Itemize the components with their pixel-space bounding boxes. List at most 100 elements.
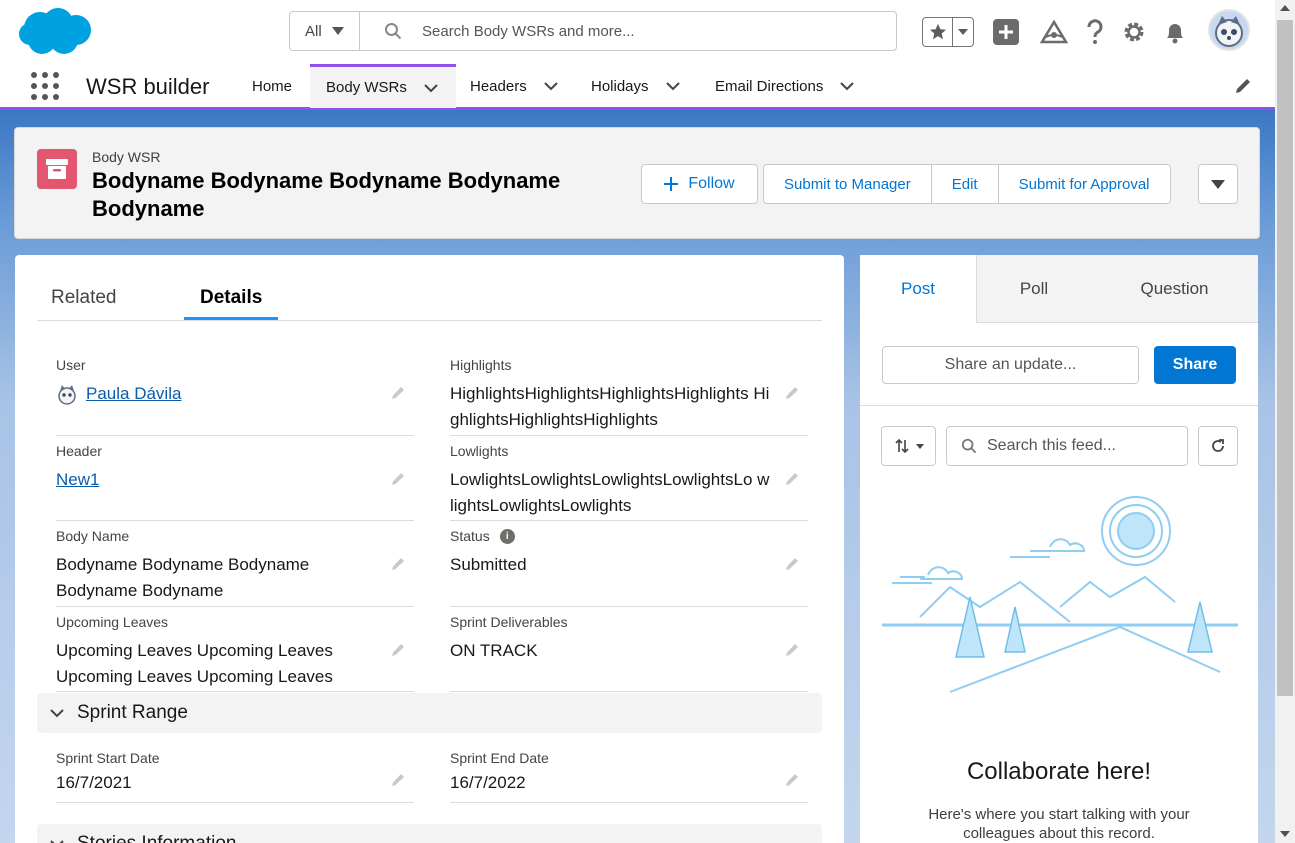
scrollbar-thumb[interactable] <box>1277 20 1293 696</box>
tab-post[interactable]: Post <box>860 255 977 323</box>
user-avatar-icon <box>58 385 76 405</box>
empty-feed-description: Here's where you start talking with your… <box>928 806 1190 842</box>
app-launcher-icon[interactable] <box>31 72 59 100</box>
edit-nav-pencil-icon[interactable] <box>1234 77 1252 100</box>
chevron-down-icon <box>50 709 64 718</box>
edit-pencil-icon[interactable] <box>390 642 406 663</box>
chevron-down-icon <box>331 27 344 35</box>
nav-item-holidays[interactable]: Holidays <box>591 64 681 108</box>
section-title: Sprint Range <box>77 702 188 723</box>
help-icon[interactable] <box>1080 17 1110 47</box>
submit-for-approval-button[interactable]: Submit for Approval <box>999 165 1170 203</box>
field-sprint-end-date: Sprint End Date 16/7/2022 <box>450 750 808 803</box>
search-input[interactable]: Search Body WSRs and more... <box>422 23 635 40</box>
share-button[interactable]: Share <box>1154 346 1236 384</box>
edit-pencil-icon[interactable] <box>784 556 800 577</box>
global-header: All Search Body WSRs and more... <box>0 0 1275 64</box>
record-actions: Submit to Manager Edit Submit for Approv… <box>763 164 1171 204</box>
record-title: Bodyname Bodyname Bodyname Bodyname Body… <box>92 168 561 221</box>
submit-to-manager-button[interactable]: Submit to Manager <box>764 165 932 203</box>
search-icon <box>961 438 977 454</box>
field-value: Submitted <box>450 555 527 574</box>
nav-item-label: Email Directions <box>715 77 824 95</box>
field-user: User Paula Dávila <box>56 357 414 436</box>
chevron-down-icon <box>915 443 924 449</box>
more-actions-button[interactable] <box>1198 164 1238 204</box>
edit-pencil-icon[interactable] <box>784 642 800 663</box>
section-sprint-range[interactable]: Sprint Range <box>37 693 822 733</box>
app-name: WSR builder <box>86 74 210 99</box>
salesforce-logo[interactable] <box>18 6 94 58</box>
status-label: Status <box>450 528 490 544</box>
star-icon[interactable] <box>923 18 953 46</box>
info-icon[interactable]: i <box>499 528 515 544</box>
field-label: Sprint Deliverables <box>450 614 568 630</box>
global-search[interactable]: All Search Body WSRs and more... <box>289 11 897 51</box>
feed-search-input[interactable]: Search this feed... <box>946 426 1188 466</box>
field-value: 16/7/2021 <box>56 773 132 792</box>
trailhead-icon[interactable] <box>1039 17 1069 47</box>
gear-icon[interactable] <box>1119 17 1149 47</box>
nav-item-home[interactable]: Home <box>252 64 292 108</box>
edit-pencil-icon[interactable] <box>390 556 406 577</box>
edit-button[interactable]: Edit <box>932 165 999 203</box>
favorites-button[interactable] <box>922 17 974 47</box>
tab-poll[interactable]: Poll <box>977 255 1091 323</box>
publisher-tabs: Post Poll Question <box>860 255 1258 323</box>
edit-pencil-icon[interactable] <box>390 772 406 793</box>
field-label: Body Name <box>56 528 130 544</box>
edit-pencil-icon[interactable] <box>784 471 800 492</box>
active-tab-indicator <box>184 317 278 320</box>
divider <box>860 405 1258 406</box>
edit-pencil-icon[interactable] <box>784 772 800 793</box>
search-scope-select[interactable]: All <box>290 12 360 50</box>
nav-item-email-directions[interactable]: Email Directions <box>715 64 855 108</box>
scroll-down-arrow-icon[interactable] <box>1280 831 1290 837</box>
tab-related[interactable]: Related <box>51 287 117 309</box>
field-highlights: Highlights HighlightsHighlightsHighlight… <box>450 357 808 436</box>
collaborate-illustration <box>882 496 1238 693</box>
user-avatar[interactable] <box>1208 9 1250 51</box>
nav-item-headers[interactable]: Headers <box>470 64 559 108</box>
field-value: Bodyname Bodyname Bodyname Bodyname Body… <box>56 555 310 600</box>
empty-feed-title: Collaborate here! <box>966 758 1152 785</box>
notifications-bell-icon[interactable] <box>1160 17 1190 47</box>
nav-item-label: Headers <box>470 77 527 95</box>
edit-pencil-icon[interactable] <box>390 471 406 492</box>
chevron-down-icon[interactable] <box>839 78 855 94</box>
field-value: 16/7/2022 <box>450 773 526 792</box>
section-title: Stories Information <box>77 833 236 843</box>
chatter-panel: Post Poll Question Share an update... Sh… <box>860 255 1258 843</box>
edit-pencil-icon[interactable] <box>390 385 406 406</box>
field-sprint-start-date: Sprint Start Date 16/7/2021 <box>56 750 414 803</box>
tab-details[interactable]: Details <box>200 287 262 309</box>
tab-question[interactable]: Question <box>1091 255 1258 323</box>
edit-pencil-icon[interactable] <box>784 385 800 406</box>
archive-object-icon <box>37 149 77 189</box>
chevron-down-icon[interactable] <box>543 78 559 94</box>
record-tabs: Related Details <box>37 255 822 321</box>
page-scrollbar[interactable] <box>1275 0 1295 843</box>
user-link[interactable]: Paula Dávila <box>86 381 181 407</box>
field-label: Lowlights <box>450 443 509 459</box>
nav-item-body-wsrs[interactable]: Body WSRs <box>310 64 456 108</box>
global-add-icon[interactable] <box>991 17 1021 47</box>
scroll-up-arrow-icon[interactable] <box>1280 5 1290 11</box>
field-sprint-deliverables: Sprint Deliverables ON TRACK <box>450 614 808 692</box>
field-label: User <box>56 357 86 373</box>
nav-item-label: Home <box>252 77 293 95</box>
chevron-down-icon[interactable] <box>665 78 681 94</box>
record-detail-panel: Related Details User Paula Dávila Highli… <box>15 255 844 843</box>
chevron-down-icon[interactable] <box>423 80 439 96</box>
favorites-dropdown-icon[interactable] <box>953 18 973 46</box>
feed-sort-button[interactable] <box>881 426 936 466</box>
follow-button[interactable]: Follow <box>641 164 758 204</box>
field-label: Upcoming Leaves <box>56 614 169 630</box>
section-stories-information[interactable]: Stories Information <box>37 824 822 843</box>
field-value: ON TRACK <box>450 641 538 660</box>
header-link[interactable]: New1 <box>56 470 99 489</box>
refresh-button[interactable] <box>1198 426 1238 466</box>
field-label: Sprint Start Date <box>56 750 160 766</box>
share-update-input[interactable]: Share an update... <box>882 346 1139 384</box>
field-header: Header New1 <box>56 443 414 521</box>
